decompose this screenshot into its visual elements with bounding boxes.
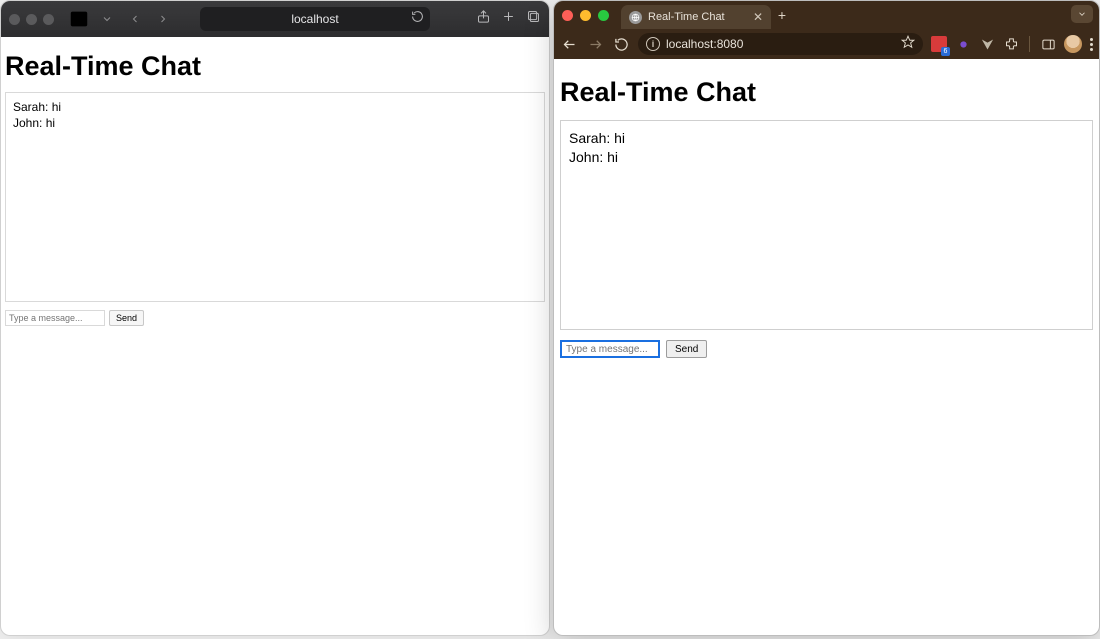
maximize-icon[interactable] [43, 14, 54, 25]
chrome-tabstrip: Real-Time Chat ✕ + [554, 1, 1099, 29]
safari-traffic-lights [9, 14, 54, 25]
share-icon[interactable] [476, 9, 491, 29]
safari-toolbar: localhost [1, 1, 549, 37]
compose-bar: Send [560, 340, 1093, 358]
chat-message: John: hi [569, 148, 1084, 167]
chrome-url-text: localhost:8080 [666, 37, 743, 51]
chrome-window: Real-Time Chat ✕ + i localhost:8080 [553, 0, 1100, 636]
extension-icon[interactable] [955, 36, 971, 52]
maximize-icon[interactable] [598, 10, 609, 21]
forward-button[interactable] [586, 35, 604, 53]
back-button[interactable] [124, 8, 146, 30]
chrome-page-content: Real-Time Chat Sarah: hi John: hi Send [554, 59, 1099, 368]
new-tab-button[interactable]: + [771, 7, 793, 23]
compose-bar: Send [5, 310, 545, 326]
bookmark-star-icon[interactable] [901, 35, 915, 54]
tab-search-dropdown-icon[interactable] [1071, 5, 1093, 23]
extensions-menu-icon[interactable] [1003, 36, 1019, 52]
message-input[interactable] [560, 340, 660, 358]
chat-message: Sarah: hi [13, 99, 537, 115]
extension-row [931, 35, 1093, 53]
page-title: Real-Time Chat [560, 77, 1093, 108]
message-input[interactable] [5, 310, 105, 326]
minimize-icon[interactable] [26, 14, 37, 25]
browser-tab[interactable]: Real-Time Chat ✕ [621, 5, 771, 29]
reload-icon[interactable] [411, 10, 424, 28]
globe-icon [629, 11, 642, 24]
chat-log: Sarah: hi John: hi [5, 92, 545, 302]
forward-button[interactable] [152, 8, 174, 30]
safari-toolbar-right [476, 9, 541, 29]
tab-groups-dropdown-icon[interactable] [96, 8, 118, 30]
chrome-toolbar: i localhost:8080 [554, 29, 1099, 59]
chrome-address-bar[interactable]: i localhost:8080 [638, 33, 923, 55]
sidebar-toggle-icon[interactable] [68, 8, 90, 30]
close-icon[interactable] [562, 10, 573, 21]
site-info-icon[interactable]: i [646, 37, 660, 51]
close-tab-icon[interactable]: ✕ [753, 10, 763, 24]
profile-avatar[interactable] [1064, 35, 1082, 53]
separator [1029, 36, 1030, 52]
reload-icon[interactable] [612, 35, 630, 53]
safari-window: localhost Real-Time Chat Sarah: hi John:… [0, 0, 550, 636]
new-tab-icon[interactable] [501, 9, 516, 29]
chat-message: Sarah: hi [569, 129, 1084, 148]
minimize-icon[interactable] [580, 10, 591, 21]
extension-icon[interactable] [979, 36, 995, 52]
send-button[interactable]: Send [666, 340, 707, 358]
kebab-menu-icon[interactable] [1090, 38, 1093, 51]
safari-page-content: Real-Time Chat Sarah: hi John: hi Send [1, 37, 549, 330]
extension-icon[interactable] [931, 36, 947, 52]
send-button[interactable]: Send [109, 310, 144, 326]
chat-log: Sarah: hi John: hi [560, 120, 1093, 330]
side-panel-icon[interactable] [1040, 36, 1056, 52]
back-button[interactable] [560, 35, 578, 53]
tab-overview-icon[interactable] [526, 9, 541, 29]
safari-address-bar[interactable]: localhost [200, 7, 430, 31]
chrome-traffic-lights [562, 10, 609, 21]
tab-title: Real-Time Chat [648, 11, 725, 23]
close-icon[interactable] [9, 14, 20, 25]
safari-url-text: localhost [291, 12, 338, 26]
page-title: Real-Time Chat [5, 51, 545, 82]
chat-message: John: hi [13, 115, 537, 131]
